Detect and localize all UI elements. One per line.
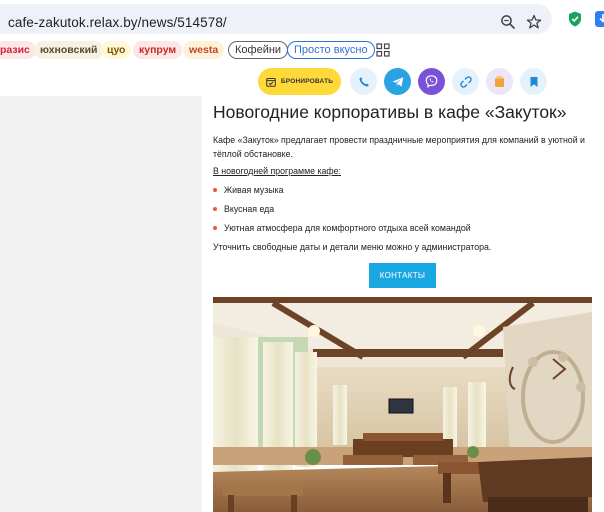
gift-icon	[495, 76, 504, 87]
gift-button[interactable]	[486, 68, 513, 95]
bookmarks-bar: разис юхновский цуо купрум westa Кофейни…	[0, 39, 604, 61]
link-icon	[459, 75, 472, 88]
bullet-dot-icon	[213, 188, 217, 192]
viber-button[interactable]	[418, 68, 445, 95]
list-item: Вкусная еда	[213, 203, 471, 222]
bookmark-item[interactable]: цуо	[101, 41, 132, 59]
telegram-icon	[392, 76, 403, 87]
article-intro: Кафе «Закуток» предлагает провести празд…	[213, 135, 585, 159]
bookmark-item[interactable]: Кофейни	[228, 41, 289, 59]
address-bar[interactable]: cafe-zakutok.relax.by/news/514578/	[0, 4, 552, 34]
article-title: Новогодние корпоративы в кафе «Закуток»	[213, 102, 567, 122]
list-item: Уютная атмосфера для комфортного отдыха …	[213, 222, 471, 241]
list-item: Живая музыка	[213, 184, 471, 203]
bookmark-item[interactable]: разис	[0, 41, 36, 59]
contacts-button[interactable]: КОНТАКТЫ	[369, 263, 436, 288]
interior-illustration	[213, 297, 592, 512]
bookmark-star-icon[interactable]	[526, 14, 542, 30]
left-sidebar-panel	[0, 96, 202, 512]
apps-grid-icon[interactable]	[376, 43, 390, 57]
browser-chrome: cafe-zakutok.relax.by/news/514578/ разис…	[0, 0, 604, 64]
bookmark-item[interactable]: westa	[183, 41, 225, 59]
phone-icon	[359, 76, 369, 86]
calendar-check-icon	[266, 77, 276, 87]
site-action-bar: БРОНИРОВАТЬ	[0, 64, 604, 100]
telegram-button[interactable]	[384, 68, 411, 95]
shield-extension-icon[interactable]	[566, 10, 584, 28]
cafe-interior-photo	[213, 297, 592, 512]
bullet-dot-icon	[213, 226, 217, 230]
bullet-dot-icon	[213, 207, 217, 211]
url-text[interactable]: cafe-zakutok.relax.by/news/514578/	[8, 15, 227, 30]
viber-icon	[425, 75, 438, 88]
bookmark-icon	[530, 76, 537, 87]
book-table-label: БРОНИРОВАТЬ	[280, 78, 334, 85]
phone-button[interactable]	[350, 68, 377, 95]
save-bookmark-button[interactable]	[520, 68, 547, 95]
bookmark-item[interactable]: юхновский	[34, 41, 104, 59]
share-link-button[interactable]	[452, 68, 479, 95]
book-table-button[interactable]: БРОНИРОВАТЬ	[258, 68, 341, 95]
bookmark-item[interactable]: купрум	[133, 41, 183, 59]
download-extension-icon[interactable]	[594, 10, 604, 28]
bookmark-item[interactable]: Просто вкусно	[287, 41, 375, 59]
program-list: Живая музыка Вкусная еда Уютная атмосфер…	[213, 184, 471, 241]
program-label: В новогодней программе кафе:	[213, 166, 341, 176]
admin-note: Уточнить свободные даты и детали меню мо…	[213, 242, 492, 252]
zoom-icon[interactable]	[500, 14, 516, 30]
